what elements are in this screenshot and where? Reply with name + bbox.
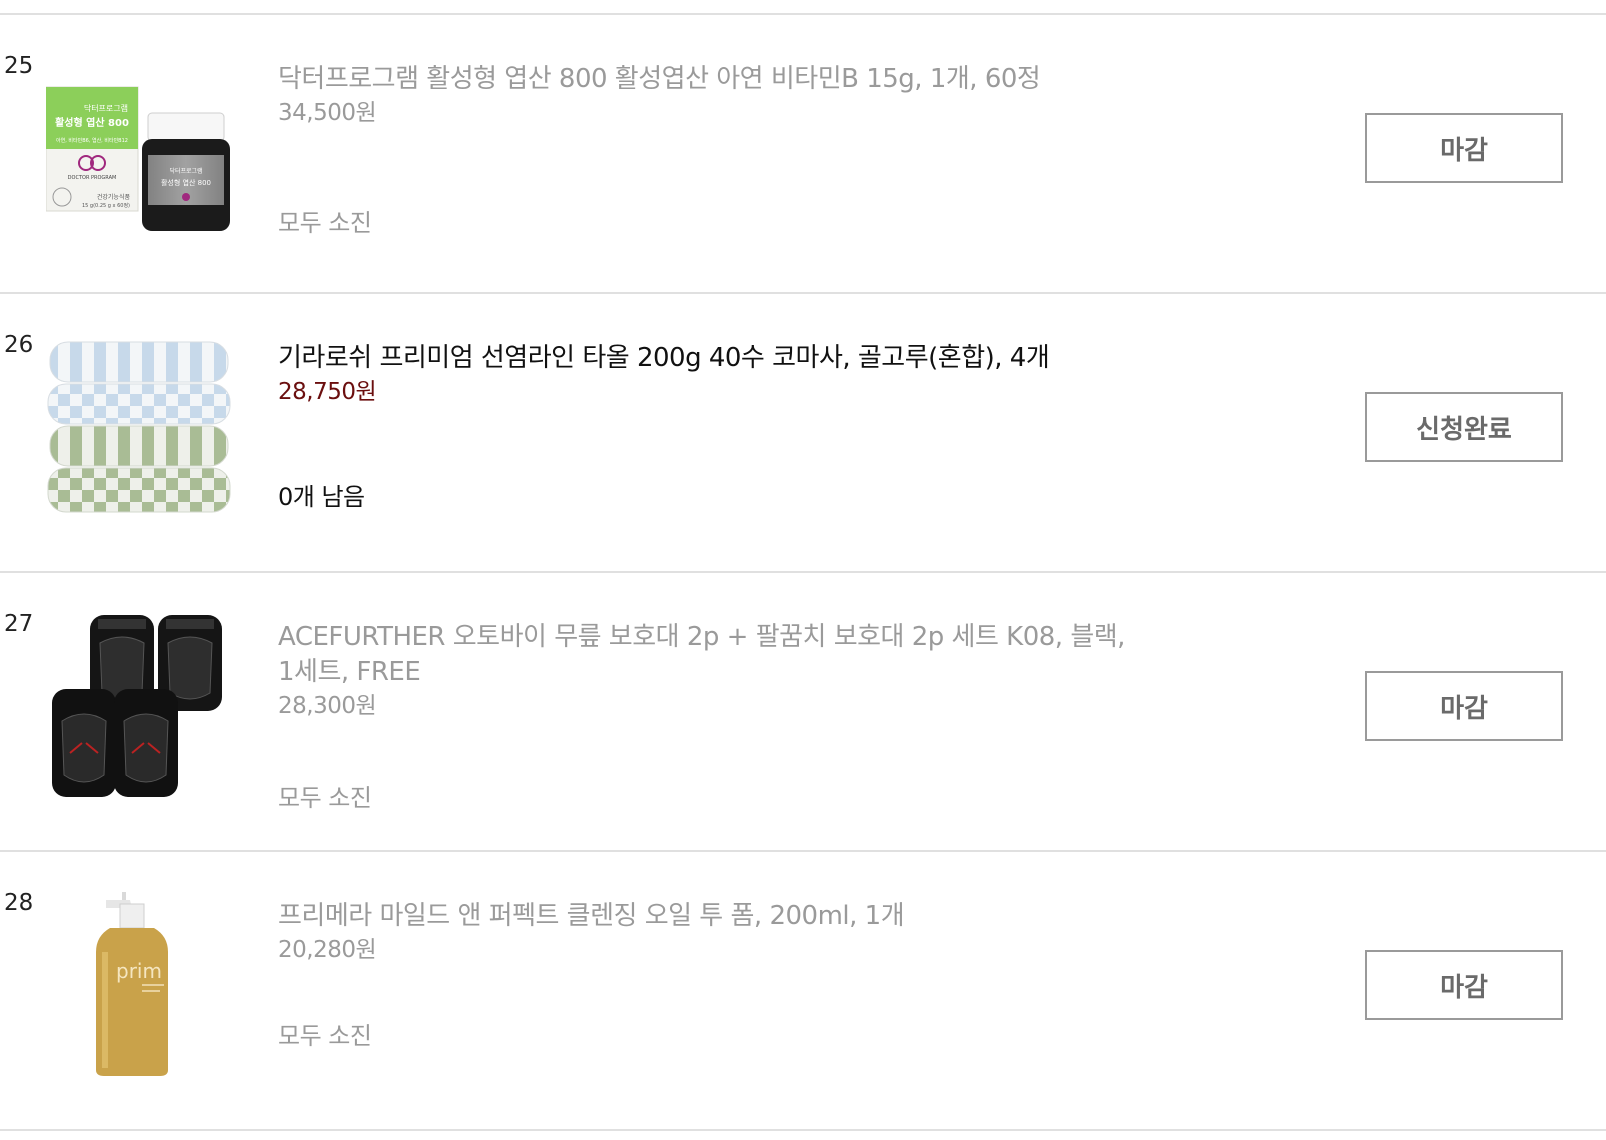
rank-number: 27	[4, 611, 34, 637]
product-title[interactable]: 기라로쉬 프리미엄 선염라인 타올 200g 40수 코마사, 골고루(혼합),…	[278, 341, 1138, 376]
product-title[interactable]: 닥터프로그램 활성형 엽산 800 활성엽산 아연 비타민B 15g, 1개, …	[278, 62, 1138, 97]
bottle-logo-text: prim	[116, 959, 162, 983]
cleansing-oil-image-icon: prim	[96, 892, 168, 1076]
product-image[interactable]: prim	[46, 892, 232, 1078]
stock-status-text: 모두 소진	[278, 784, 372, 812]
product-image[interactable]	[46, 613, 232, 799]
product-price: 34,500원	[278, 100, 377, 126]
applied-button[interactable]: 신청완료	[1365, 392, 1563, 462]
list-item: 26 기라로쉬 프리미엄 선염라인 타올 200g 40수 코마사, 골고루(혼…	[0, 294, 1606, 573]
box-category-label: 건강기능식품	[97, 193, 131, 201]
stock-status: 0개 남음	[278, 477, 365, 512]
product-info: 닥터프로그램 활성형 엽산 800 활성엽산 아연 비타민B 15g, 1개, …	[278, 62, 1138, 128]
rank-number: 26	[4, 332, 34, 358]
stock-status: 모두 소진	[278, 1016, 372, 1051]
product-image[interactable]	[46, 334, 232, 520]
list-item: 27 ACEFURTHER 오토바이 무릎 보호대 2p + 팔꿈치 보호대 2…	[0, 573, 1606, 852]
closed-button[interactable]: 마감	[1365, 950, 1563, 1020]
box-product-label: 활성형 엽산 800	[55, 116, 129, 129]
product-info: 프리메라 마일드 앤 퍼펙트 클렌징 오일 투 폼, 200ml, 1개 20,…	[278, 899, 1138, 965]
box-logo-label: DOCTOR PROGRAM	[68, 175, 117, 181]
stock-status-text: 0개 남음	[278, 483, 365, 511]
product-info: 기라로쉬 프리미엄 선염라인 타올 200g 40수 코마사, 골고루(혼합),…	[278, 341, 1138, 407]
list-item: 28 prim 프리메라 마일드 앤 퍼펙트 클렌징 오일 투 폼, 200ml…	[0, 852, 1606, 1131]
stock-status: 모두 소진	[278, 778, 372, 813]
towel-image-icon	[47, 341, 231, 513]
rank-number: 25	[4, 53, 34, 79]
product-price: 28,300원	[278, 693, 377, 719]
product-image[interactable]: 닥터프로그램 활성형 엽산 800 아연, 비타민B6, 엽산, 비타민B12 …	[46, 55, 232, 241]
supplement-image-icon: 닥터프로그램 활성형 엽산 800 아연, 비타민B6, 엽산, 비타민B12 …	[46, 86, 230, 231]
rank-number: 28	[4, 890, 34, 916]
box-ingredients-label: 아연, 비타민B6, 엽산, 비타민B12	[56, 137, 128, 144]
stock-status-text: 모두 소진	[278, 209, 372, 237]
product-info: ACEFURTHER 오토바이 무릎 보호대 2p + 팔꿈치 보호대 2p 세…	[278, 620, 1138, 721]
product-price: 28,750원	[278, 379, 377, 405]
stock-status-text: 모두 소진	[278, 1022, 372, 1050]
box-volume-label: 15 g(0.25 g x 60정)	[82, 202, 130, 209]
list-item: 25 닥터프로그램 활성형 엽산 800 아연, 비타민B6, 엽산, 비타민B…	[0, 15, 1606, 294]
closed-button[interactable]: 마감	[1365, 671, 1563, 741]
stock-status: 모두 소진	[278, 203, 372, 238]
bottle-brand-label: 닥터프로그램	[169, 167, 202, 175]
bottle-product-label: 활성형 엽산 800	[161, 178, 211, 187]
product-title[interactable]: 프리메라 마일드 앤 퍼펙트 클렌징 오일 투 폼, 200ml, 1개	[278, 899, 1138, 934]
product-price: 20,280원	[278, 937, 377, 963]
product-title[interactable]: ACEFURTHER 오토바이 무릎 보호대 2p + 팔꿈치 보호대 2p 세…	[278, 620, 1138, 690]
knee-guard-image-icon	[52, 615, 222, 797]
closed-button[interactable]: 마감	[1365, 113, 1563, 183]
box-brand-label: 닥터프로그램	[84, 103, 128, 113]
